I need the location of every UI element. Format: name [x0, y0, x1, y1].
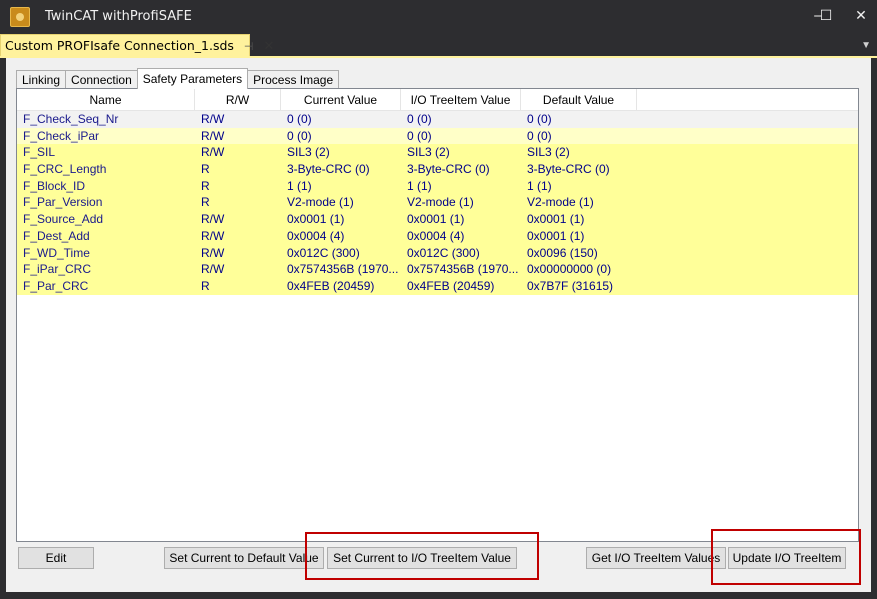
cell-name: F_Check_iPar: [23, 128, 100, 143]
tab-strip: Linking Connection Safety Parameters Pro…: [16, 68, 340, 89]
tab-connection[interactable]: Connection: [65, 70, 138, 89]
cell-name: F_SIL: [23, 145, 56, 160]
document-tab[interactable]: Custom PROFIsafe Connection_1.sds ⊣ ✕: [0, 34, 274, 57]
table-row[interactable]: F_WD_Time R/W 0x012C (300) 0x012C (300) 0x00…: [17, 244, 858, 262]
cell-default-value: 0 (0): [527, 128, 552, 143]
editor-panel: Linking Connection Safety Parameters Pro…: [6, 58, 871, 592]
cell-rw: R: [201, 278, 210, 293]
annotation-box-update-io: [711, 529, 861, 585]
cell-io-treeitem-value: 3-Byte-CRC (0): [407, 162, 490, 177]
column-header-rw[interactable]: R/W: [195, 89, 281, 111]
get-io-treeitem-values-button[interactable]: Get I/O TreeItem Values: [586, 547, 726, 569]
cell-current-value: 0x012C (300): [287, 245, 360, 260]
cell-default-value: 0x0001 (1): [527, 228, 585, 243]
cell-default-value: V2-mode (1): [527, 195, 594, 210]
cell-name: F_Source_Add: [23, 212, 104, 227]
cell-default-value: 0x00000000 (0): [527, 262, 612, 277]
table-row[interactable]: F_Check_Seq_Nr R/W 0 (0) 0 (0) 0 (0): [17, 111, 858, 128]
cell-name: F_Check_Seq_Nr: [23, 112, 119, 126]
document-tab-label: Custom PROFIsafe Connection_1.sds: [5, 38, 234, 53]
tab-safety-parameters[interactable]: Safety Parameters: [136, 68, 249, 89]
cell-current-value: 0 (0): [287, 128, 312, 143]
cell-current-value: SIL3 (2): [287, 145, 330, 160]
cell-current-value: 1 (1): [287, 178, 312, 193]
cell-default-value: 0x0001 (1): [527, 212, 585, 227]
column-header-io-treeitem-value[interactable]: I/O TreeItem Value: [401, 89, 521, 111]
cell-rw: R/W: [201, 212, 225, 227]
cell-default-value: 0 (0): [527, 112, 552, 126]
set-current-to-default-button[interactable]: Set Current to Default Value: [164, 547, 324, 569]
title-bar: TwinCAT withProfiSAFE ‒ ☐ ✕: [0, 0, 877, 34]
cell-io-treeitem-value: 0 (0): [407, 112, 432, 126]
cell-io-treeitem-value: 0 (0): [407, 128, 432, 143]
cell-name: F_WD_Time: [23, 245, 90, 260]
tab-linking[interactable]: Linking: [16, 70, 67, 89]
cell-rw: R/W: [201, 245, 225, 260]
twincat-app-icon: [10, 7, 30, 27]
cell-default-value: 0x7B7F (31615): [527, 278, 614, 293]
tab-dropdown-icon[interactable]: ▼: [861, 40, 871, 51]
cell-name: F_Dest_Add: [23, 228, 90, 243]
table-row[interactable]: F_Dest_Add R/W 0x0004 (4) 0x0004 (4) 0x0001 …: [17, 227, 858, 245]
cell-io-treeitem-value: 0x0004 (4): [407, 228, 465, 243]
cell-io-treeitem-value: 0x012C (300): [407, 245, 480, 260]
safety-parameters-list[interactable]: Name R/W Current Value I/O TreeItem Valu…: [16, 88, 859, 542]
column-header-name[interactable]: Name: [17, 89, 195, 111]
cell-io-treeitem-value: 0x0001 (1): [407, 212, 465, 227]
tab-process-image[interactable]: Process Image: [247, 70, 340, 89]
cell-name: F_Par_Version: [23, 195, 103, 210]
cell-rw: R/W: [201, 145, 225, 160]
pin-icon[interactable]: ⊣: [244, 40, 254, 53]
cell-name: F_Par_CRC: [23, 278, 89, 293]
cell-io-treeitem-value: 0x7574356B (1970...: [407, 262, 519, 277]
cell-current-value: 0x4FEB (20459): [287, 278, 375, 293]
cell-default-value: 3-Byte-CRC (0): [527, 162, 610, 177]
column-header-default-value[interactable]: Default Value: [521, 89, 637, 111]
table-row[interactable]: F_Par_CRC R 0x4FEB (20459) 0x4FEB (20459) 0x…: [17, 277, 858, 295]
cell-rw: R/W: [201, 112, 225, 126]
cell-default-value: 1 (1): [527, 178, 552, 193]
cell-default-value: 0x0096 (150): [527, 245, 598, 260]
table-row[interactable]: F_iPar_CRC R/W 0x7574356B (1970... 0x757435…: [17, 261, 858, 278]
window-title: TwinCAT withProfiSAFE: [45, 9, 192, 24]
cell-current-value: 0x0004 (4): [287, 228, 345, 243]
cell-current-value: 0x0001 (1): [287, 212, 345, 227]
table-row[interactable]: F_Block_ID R 1 (1) 1 (1) 1 (1): [17, 177, 858, 195]
list-header: Name R/W Current Value I/O TreeItem Valu…: [17, 89, 858, 111]
close-button[interactable]: ✕: [846, 4, 876, 28]
table-row[interactable]: F_Source_Add R/W 0x0001 (1) 0x0001 (1) 0x000…: [17, 211, 858, 228]
table-row[interactable]: F_CRC_Length R 3-Byte-CRC (0) 3-Byte-CRC (0…: [17, 161, 858, 178]
list-body: F_Check_Seq_Nr R/W 0 (0) 0 (0) 0 (0) F_Check_…: [17, 111, 858, 295]
table-row[interactable]: F_SIL R/W SIL3 (2) SIL3 (2) SIL3 (2): [17, 144, 858, 162]
annotation-box-set-io: [305, 532, 539, 580]
cell-rw: R: [201, 162, 210, 177]
cell-current-value: V2-mode (1): [287, 195, 354, 210]
cell-current-value: 0 (0): [287, 112, 312, 126]
cell-io-treeitem-value: V2-mode (1): [407, 195, 474, 210]
column-header-current-value[interactable]: Current Value: [281, 89, 401, 111]
close-tab-icon[interactable]: ✕: [263, 39, 274, 54]
cell-name: F_iPar_CRC: [23, 262, 92, 277]
cell-name: F_Block_ID: [23, 178, 86, 193]
cell-rw: R: [201, 195, 210, 210]
cell-io-treeitem-value: 0x4FEB (20459): [407, 278, 495, 293]
cell-name: F_CRC_Length: [23, 162, 107, 177]
maximize-button[interactable]: ☐: [811, 4, 841, 28]
edit-button[interactable]: Edit: [18, 547, 94, 569]
table-row[interactable]: F_Check_iPar R/W 0 (0) 0 (0) 0 (0): [17, 127, 858, 145]
cell-io-treeitem-value: SIL3 (2): [407, 145, 450, 160]
table-row[interactable]: F_Par_Version R V2-mode (1) V2-mode (1) V2-m…: [17, 194, 858, 212]
cell-current-value: 0x7574356B (1970...: [287, 262, 399, 277]
cell-default-value: SIL3 (2): [527, 145, 570, 160]
cell-rw: R/W: [201, 128, 225, 143]
cell-rw: R/W: [201, 262, 225, 277]
cell-io-treeitem-value: 1 (1): [407, 178, 432, 193]
cell-rw: R/W: [201, 228, 225, 243]
cell-rw: R: [201, 178, 210, 193]
cell-current-value: 3-Byte-CRC (0): [287, 162, 370, 177]
